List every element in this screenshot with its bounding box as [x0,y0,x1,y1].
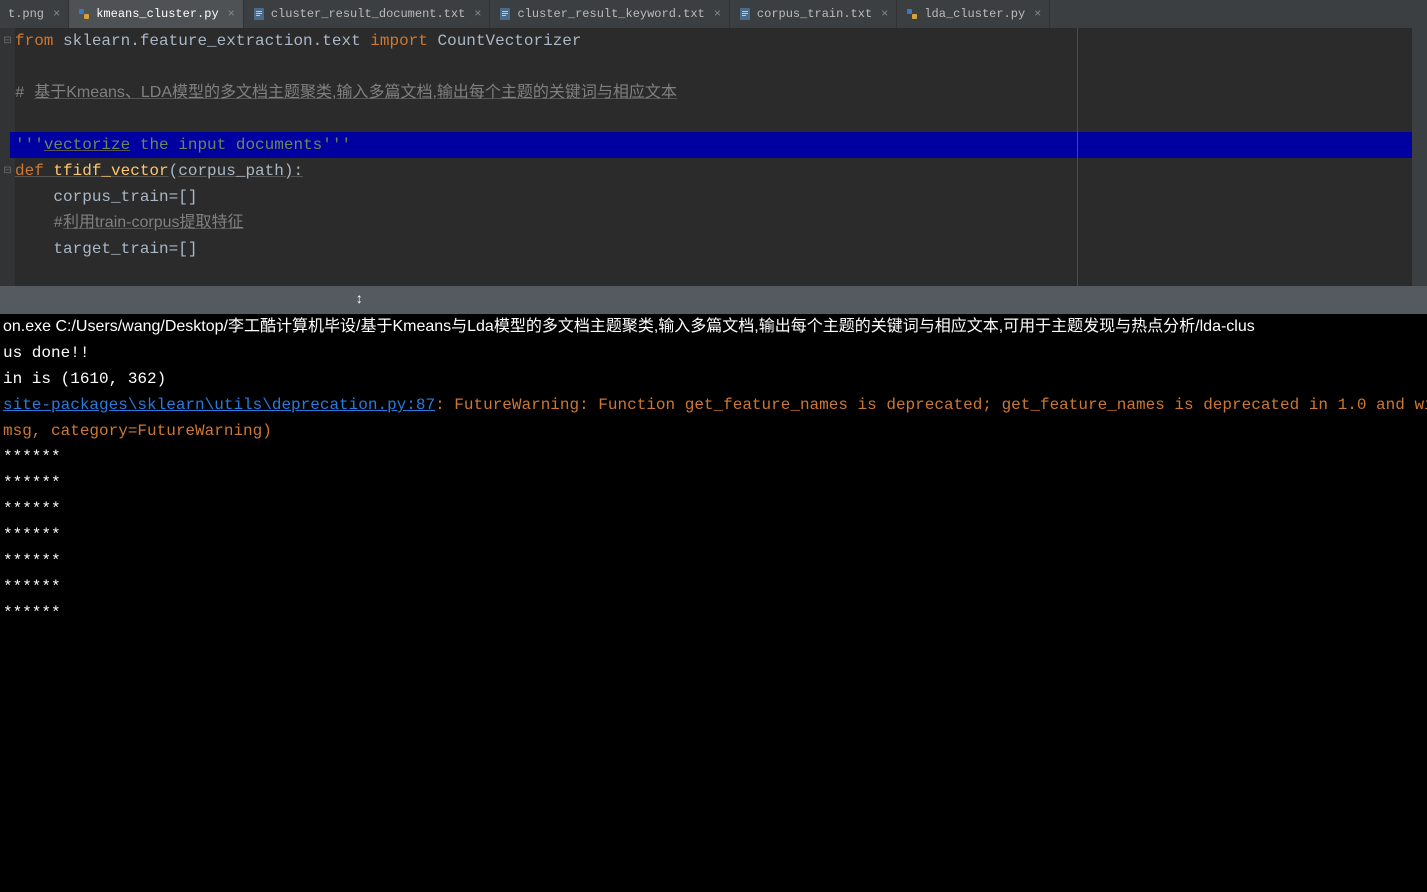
terminal-line: on.exe C:/Users/wang/Desktop/李工酷计算机毕设/基于… [3,314,1427,340]
code-line-highlighted: '''vectorize the input documents''' [10,132,1412,158]
pane-splitter[interactable]: ↕ [0,286,1427,314]
text-file-icon [252,7,266,21]
close-icon[interactable]: × [228,7,235,21]
code-line: target_train=[] [15,236,1412,262]
tab-png[interactable]: t.png × [0,0,69,28]
tab-cluster-result-keyword[interactable]: cluster_result_keyword.txt × [490,0,729,28]
file-link[interactable]: site-packages\sklearn\utils\deprecation.… [3,396,435,414]
tab-label: corpus_train.txt [757,7,872,21]
tab-label: cluster_result_document.txt [271,7,465,21]
tab-label: lda_cluster.py [924,7,1025,21]
close-icon[interactable]: × [881,7,888,21]
resize-cursor-icon: ↕ [355,292,363,308]
terminal-line: ****** [3,444,1427,470]
tab-label: t.png [8,7,44,21]
text-file-icon [738,7,752,21]
python-file-icon [77,7,91,21]
code-line: def tfidf_vector(corpus_path): [15,158,1412,184]
code-line [15,54,1412,80]
terminal-line: msg, category=FutureWarning) [3,418,1427,444]
terminal-line: ****** [3,522,1427,548]
text-file-icon [498,7,512,21]
close-icon[interactable]: × [474,7,481,21]
code-content[interactable]: from sklearn.feature_extraction.text imp… [15,28,1412,286]
fold-mark[interactable]: ⊟ [0,28,15,54]
code-line: corpus_train=[] [15,184,1412,210]
terminal-line: ****** [3,470,1427,496]
tab-bar: t.png × kmeans_cluster.py × cluster_resu… [0,0,1427,28]
editor-scrollbar[interactable] [1412,28,1427,286]
close-icon[interactable]: × [1034,7,1041,21]
fold-mark[interactable]: ⊟ [0,158,15,184]
tab-label: cluster_result_keyword.txt [517,7,704,21]
python-file-icon [905,7,919,21]
tab-lda-cluster-py[interactable]: lda_cluster.py × [897,0,1050,28]
terminal-line: in is (1610, 362) [3,366,1427,392]
tab-cluster-result-document[interactable]: cluster_result_document.txt × [244,0,491,28]
terminal-line: ****** [3,574,1427,600]
code-line: # 基于Kmeans、LDA模型的多文档主题聚类,输入多篇文档,输出每个主题的关… [15,80,1412,106]
editor-area[interactable]: ⊟ ⊟ from sklearn.feature_extraction.text… [0,28,1427,286]
tab-kmeans-cluster-py[interactable]: kmeans_cluster.py × [69,0,244,28]
terminal-line: site-packages\sklearn\utils\deprecation.… [3,392,1427,418]
terminal-line: ****** [3,496,1427,522]
tab-label: kmeans_cluster.py [96,7,218,21]
tab-corpus-train[interactable]: corpus_train.txt × [730,0,897,28]
terminal-line: ****** [3,548,1427,574]
right-margin-ruler [1077,28,1078,286]
terminal-line: us done!! [3,340,1427,366]
code-line: #利用train-corpus提取特征 [15,210,1412,236]
close-icon[interactable]: × [53,7,60,21]
code-line: from sklearn.feature_extraction.text imp… [15,28,1412,54]
terminal-line: ****** [3,600,1427,626]
close-icon[interactable]: × [714,7,721,21]
terminal-area[interactable]: on.exe C:/Users/wang/Desktop/李工酷计算机毕设/基于… [0,314,1427,892]
code-line [15,106,1412,132]
